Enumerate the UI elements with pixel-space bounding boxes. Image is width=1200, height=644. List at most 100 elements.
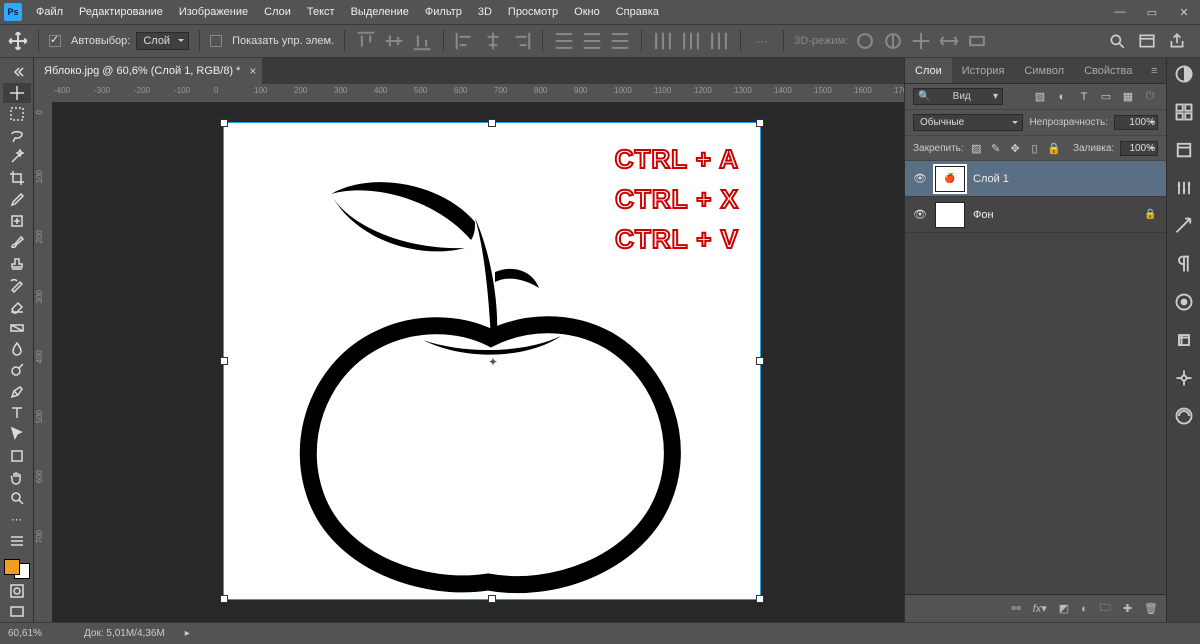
panel-menu-icon[interactable]: ≡ — [1142, 58, 1166, 83]
align-vcenter-icon[interactable] — [383, 30, 405, 52]
mode3d-pan-icon[interactable] — [910, 30, 932, 52]
mode3d-roll-icon[interactable] — [882, 30, 904, 52]
transform-handle-ne[interactable] — [756, 119, 764, 127]
filter-adjust-icon[interactable]: ◐ — [1054, 89, 1070, 105]
lasso-tool[interactable] — [3, 126, 31, 145]
canvas-viewport[interactable]: CTRL + A CTRL + X CTRL + V — [52, 102, 904, 622]
shape-tool[interactable] — [3, 446, 31, 465]
align-bottom-icon[interactable] — [411, 30, 433, 52]
tab-character[interactable]: Символ — [1014, 58, 1074, 83]
more-align-icon[interactable]: ⋯ — [751, 30, 773, 52]
layer-row[interactable]: 👁 🍎 Слой 1 — [905, 161, 1166, 197]
adjustment-layer-icon[interactable]: ◐ — [1081, 603, 1088, 615]
layer-visibility-icon[interactable]: 👁 — [913, 172, 927, 185]
transform-handle-sw[interactable] — [220, 595, 228, 603]
layer-thumbnail[interactable] — [935, 202, 965, 228]
fill-input[interactable]: 100% — [1120, 141, 1158, 156]
align-hcenter-icon[interactable] — [482, 30, 504, 52]
show-transform-checkbox[interactable] — [210, 35, 222, 47]
styles-panel-icon[interactable] — [1174, 216, 1194, 236]
layer-name[interactable]: Фон — [973, 209, 1136, 221]
zoom-tool[interactable] — [3, 489, 31, 508]
channels-panel-icon[interactable] — [1174, 406, 1194, 426]
transform-handle-e[interactable] — [756, 357, 764, 365]
menu-filter[interactable]: Фильтр — [417, 0, 470, 24]
link-layers-icon[interactable]: ⚯ — [1011, 602, 1020, 615]
menu-image[interactable]: Изображение — [171, 0, 256, 24]
ruler-vertical[interactable]: 0100200300400500600700 — [34, 102, 52, 622]
tab-layers[interactable]: Слои — [905, 58, 952, 83]
tab-properties[interactable]: Свойства — [1074, 58, 1142, 83]
menu-layers[interactable]: Слои — [256, 0, 299, 24]
filter-smart-icon[interactable]: ▦ — [1120, 89, 1136, 105]
menu-help[interactable]: Справка — [608, 0, 667, 24]
transform-handle-w[interactable] — [220, 357, 228, 365]
layer-name[interactable]: Слой 1 — [973, 173, 1158, 185]
filter-pixel-icon[interactable]: ▧ — [1032, 89, 1048, 105]
move-tool[interactable] — [3, 83, 31, 102]
share-icon[interactable] — [1168, 32, 1186, 50]
edit-toolbar-icon[interactable] — [3, 531, 31, 550]
tab-history[interactable]: История — [952, 58, 1015, 83]
close-icon[interactable]: × — [249, 64, 256, 78]
stamp-tool[interactable] — [3, 254, 31, 273]
menu-3d[interactable]: 3D — [470, 0, 500, 24]
filter-type-icon[interactable]: T — [1076, 89, 1092, 105]
heal-tool[interactable] — [3, 211, 31, 230]
zoom-level[interactable]: 60,61% — [8, 628, 68, 639]
align-right-icon[interactable] — [510, 30, 532, 52]
transform-handle-se[interactable] — [756, 595, 764, 603]
layer-row[interactable]: 👁 Фон 🔒 — [905, 197, 1166, 233]
ruler-horizontal[interactable]: -400-300-200-100010020030040050060070080… — [52, 84, 904, 102]
ruler-origin[interactable] — [34, 84, 52, 102]
type-tool[interactable] — [3, 403, 31, 422]
lock-paint-icon[interactable]: ✎ — [989, 140, 1002, 156]
history-brush-tool[interactable] — [3, 275, 31, 294]
transform-handle-s[interactable] — [488, 595, 496, 603]
doc-size-label[interactable]: Док: 5,01M/4,36M — [84, 628, 165, 639]
auto-select-checkbox[interactable] — [49, 35, 61, 47]
workspace-icon[interactable] — [1138, 32, 1156, 50]
blend-mode-dropdown[interactable]: Обычные — [913, 114, 1023, 131]
filter-toggle-icon[interactable]: ⏻ — [1142, 89, 1158, 105]
eraser-tool[interactable] — [3, 297, 31, 316]
menu-file[interactable]: Файл — [28, 0, 71, 24]
document-tab[interactable]: Яблоко.jpg @ 60,6% (Слой 1, RGB/8) * × — [34, 58, 262, 84]
menu-text[interactable]: Текст — [299, 0, 343, 24]
quickmask-tool[interactable] — [3, 581, 31, 600]
magic-wand-tool[interactable] — [3, 147, 31, 166]
distribute-left-icon[interactable] — [652, 30, 674, 52]
delete-layer-icon[interactable]: 🗑 — [1144, 602, 1158, 615]
new-layer-icon[interactable]: ✚ — [1123, 602, 1132, 615]
navigator-panel-icon[interactable] — [1174, 368, 1194, 388]
screenmode-tool[interactable] — [3, 603, 31, 622]
lock-position-icon[interactable]: ✥ — [1008, 140, 1021, 156]
menu-view[interactable]: Просмотр — [500, 0, 566, 24]
distribute-vcenter-icon[interactable] — [581, 30, 603, 52]
menu-edit[interactable]: Редактирование — [71, 0, 171, 24]
color-panel-icon[interactable] — [1174, 64, 1194, 84]
tools-more-icon[interactable]: ⋯ — [3, 510, 31, 529]
marquee-tool[interactable] — [3, 105, 31, 124]
opacity-input[interactable]: 100% — [1114, 115, 1158, 130]
distribute-hcenter-icon[interactable] — [680, 30, 702, 52]
info-panel-icon[interactable] — [1174, 330, 1194, 350]
transform-bounding-box[interactable] — [223, 122, 761, 600]
window-minimize-button[interactable]: ― — [1104, 0, 1136, 24]
align-left-icon[interactable] — [454, 30, 476, 52]
expand-tools-icon[interactable] — [3, 62, 31, 81]
swatches-panel-icon[interactable] — [1174, 102, 1194, 122]
mode3d-slide-icon[interactable] — [938, 30, 960, 52]
gradient-tool[interactable] — [3, 318, 31, 337]
path-select-tool[interactable] — [3, 425, 31, 444]
distribute-right-icon[interactable] — [708, 30, 730, 52]
filter-shape-icon[interactable]: ▭ — [1098, 89, 1114, 105]
color-swatches[interactable] — [4, 559, 30, 580]
paragraph-panel-icon[interactable] — [1174, 254, 1194, 274]
align-top-icon[interactable] — [355, 30, 377, 52]
layer-thumbnail[interactable]: 🍎 — [935, 166, 965, 192]
distribute-top-icon[interactable] — [553, 30, 575, 52]
transform-handle-nw[interactable] — [220, 119, 228, 127]
lock-all-icon[interactable]: 🔒 — [1047, 140, 1061, 156]
lock-transparency-icon[interactable]: ▨ — [970, 140, 983, 156]
